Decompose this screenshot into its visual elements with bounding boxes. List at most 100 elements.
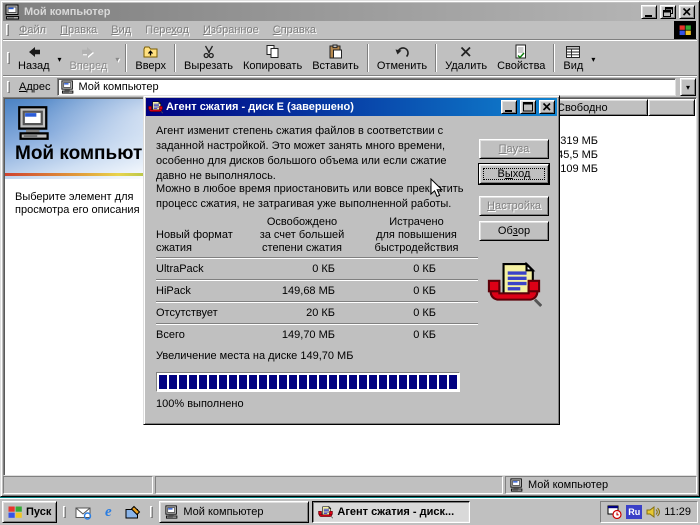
up-folder-icon bbox=[143, 44, 159, 60]
toolbar-separator bbox=[174, 44, 176, 72]
forward-dropdown: ▾ bbox=[112, 52, 122, 64]
toolbar-separator bbox=[435, 44, 437, 72]
delete-button[interactable]: Удалить bbox=[440, 42, 492, 74]
my-computer-icon bbox=[5, 4, 21, 20]
cut-icon bbox=[201, 44, 217, 60]
windows-flag-icon bbox=[8, 506, 23, 519]
forward-button: Вперед bbox=[65, 42, 113, 74]
up-button[interactable]: Вверх bbox=[130, 42, 171, 74]
menu-favorites[interactable]: Избранное bbox=[196, 23, 266, 37]
close-icon bbox=[541, 101, 553, 113]
quicklaunch-internet-explorer[interactable]: e bbox=[97, 501, 119, 523]
back-button[interactable]: Назад bbox=[13, 42, 55, 74]
table-row-spent: 0 КБ bbox=[355, 326, 478, 344]
address-dropdown[interactable]: ▾ bbox=[680, 78, 696, 96]
task-label: Агент сжатия - диск... bbox=[337, 506, 454, 518]
views-icon bbox=[565, 44, 581, 60]
compression-agent-large-icon bbox=[486, 262, 542, 308]
paste-button[interactable]: Вставить bbox=[307, 42, 364, 74]
menu-go[interactable]: Переход bbox=[138, 23, 196, 37]
address-input[interactable]: Мой компьютер bbox=[57, 78, 676, 96]
copy-icon bbox=[265, 44, 281, 60]
close-button[interactable] bbox=[679, 5, 695, 19]
toolbar-grip[interactable] bbox=[7, 52, 10, 64]
table-row-freed: 149,70 МБ bbox=[249, 326, 355, 344]
focus-ring bbox=[483, 168, 545, 180]
views-button[interactable]: Вид bbox=[558, 42, 588, 74]
start-button[interactable]: Пуск bbox=[2, 501, 57, 523]
task-scheduler-icon[interactable] bbox=[607, 505, 622, 519]
table-row-freed: 0 КБ bbox=[249, 260, 355, 278]
addressbar-grip[interactable] bbox=[7, 81, 10, 93]
my-computer-icon bbox=[165, 505, 179, 519]
taskbar-grip[interactable] bbox=[63, 506, 66, 518]
menu-bar: Файл Правка Вид Переход Избранное Справк… bbox=[3, 21, 697, 39]
status-panel-left bbox=[3, 476, 153, 494]
copy-button[interactable]: Копировать bbox=[238, 42, 307, 74]
taskbar-grip[interactable] bbox=[150, 506, 153, 518]
up-label: Вверх bbox=[135, 61, 166, 72]
dialog-close-button[interactable] bbox=[539, 100, 555, 114]
minimize-icon bbox=[503, 101, 515, 113]
my-computer-large-icon bbox=[17, 105, 53, 141]
dialog-maximize-button[interactable] bbox=[520, 100, 536, 114]
browse-button[interactable]: Обзор bbox=[479, 221, 549, 241]
pause-button: Пауза bbox=[479, 139, 549, 159]
table-row-format: UltraPack bbox=[156, 260, 249, 278]
status-panel-middle bbox=[155, 476, 503, 494]
my-computer-icon bbox=[61, 80, 75, 94]
restore-icon bbox=[662, 6, 674, 18]
clock[interactable]: 11:29 bbox=[664, 506, 691, 518]
start-label: Пуск bbox=[26, 506, 51, 518]
language-indicator[interactable]: Ru bbox=[626, 505, 642, 519]
desktop: Мой компьютер Файл Правка Вид Переход Из… bbox=[0, 0, 700, 525]
menu-file[interactable]: Файл bbox=[12, 23, 53, 37]
task-compression-agent[interactable]: Агент сжатия - диск... bbox=[312, 501, 470, 523]
menu-help[interactable]: Справка bbox=[266, 23, 323, 37]
cut-button[interactable]: Вырезать bbox=[179, 42, 238, 74]
task-label: Мой компьютер bbox=[183, 506, 263, 518]
minimize-icon bbox=[643, 6, 655, 18]
status-panel-selection: Мой компьютер bbox=[505, 476, 697, 494]
properties-icon bbox=[513, 44, 529, 60]
undo-icon bbox=[394, 44, 410, 60]
address-bar: Адрес Мой компьютер ▾ bbox=[3, 77, 697, 97]
dialog-minimize-button[interactable] bbox=[501, 100, 517, 114]
table-rule bbox=[156, 301, 478, 303]
my-computer-icon bbox=[510, 478, 524, 492]
toolbar: Назад ▾ Вперед ▾ Вверх bbox=[3, 41, 697, 75]
table-row-spent: 0 КБ bbox=[355, 260, 478, 278]
maximize-icon bbox=[522, 101, 534, 113]
table-row-format: Отсутствует bbox=[156, 304, 249, 322]
quicklaunch-outlook-express[interactable] bbox=[72, 501, 94, 523]
minimize-button[interactable] bbox=[641, 5, 657, 19]
column-header-blank[interactable] bbox=[648, 99, 695, 116]
views-dropdown[interactable]: ▾ bbox=[588, 52, 598, 64]
undo-button[interactable]: Отменить bbox=[372, 42, 432, 74]
back-dropdown[interactable]: ▾ bbox=[55, 52, 65, 64]
volume-icon[interactable] bbox=[646, 505, 660, 519]
quicklaunch-show-desktop[interactable] bbox=[122, 501, 144, 523]
undo-label: Отменить bbox=[377, 61, 427, 72]
table-header-spent: Истрачено для повышения быстродействия bbox=[355, 214, 478, 256]
address-value: Мой компьютер bbox=[79, 81, 159, 93]
dialog-titlebar[interactable]: Агент сжатия - диск E (завершено) bbox=[146, 98, 557, 116]
menu-edit[interactable]: Правка bbox=[53, 23, 104, 37]
menubar-grip[interactable] bbox=[6, 24, 9, 36]
properties-button[interactable]: Свойства bbox=[492, 42, 550, 74]
table-rule bbox=[156, 323, 478, 325]
paste-label: Вставить bbox=[312, 61, 359, 72]
compression-agent-icon bbox=[148, 101, 163, 114]
table-row-format: Всего bbox=[156, 326, 249, 344]
show-desktop-icon bbox=[125, 505, 141, 520]
exit-button[interactable]: Выход bbox=[479, 164, 549, 184]
menu-view[interactable]: Вид bbox=[104, 23, 138, 37]
window-titlebar[interactable]: Мой компьютер bbox=[3, 3, 697, 21]
task-my-computer[interactable]: Мой компьютер bbox=[159, 501, 309, 523]
restore-button[interactable] bbox=[660, 5, 676, 19]
table-row-freed: 149,68 МБ bbox=[249, 282, 355, 300]
address-label: Адрес bbox=[17, 81, 53, 93]
disk-gain-label: Увеличение места на диске 149,70 МБ bbox=[156, 350, 353, 362]
close-icon bbox=[681, 6, 693, 18]
paste-icon bbox=[328, 44, 344, 60]
